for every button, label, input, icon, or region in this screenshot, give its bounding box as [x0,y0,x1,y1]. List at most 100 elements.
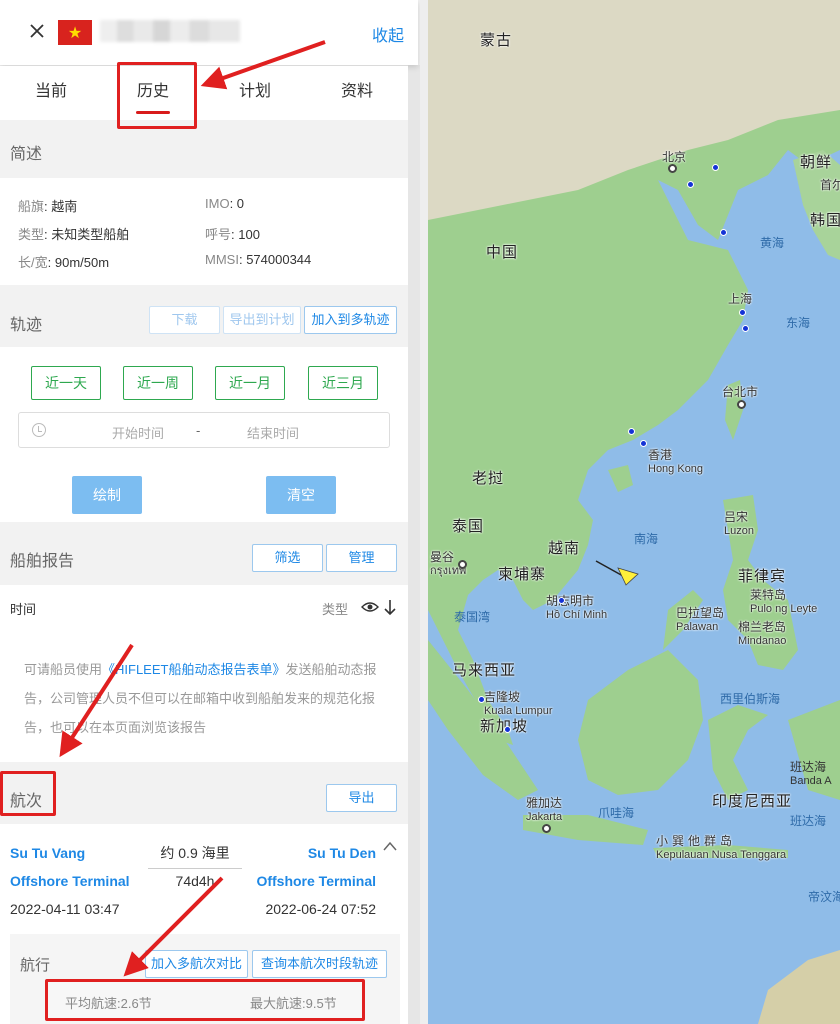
manage-button[interactable]: 管理 [326,544,397,572]
map-label-lesser-sunda: 小巽他群岛 Kepulauan Nusa Tenggara [656,834,787,861]
range-3month-button[interactable]: 近三月 [308,366,378,400]
port-marker[interactable] [478,696,485,703]
map-label-beijing: 北京 [662,150,687,164]
range-1day-button[interactable]: 近一天 [31,366,101,400]
range-separator: - [196,423,201,438]
info-mmsi: MMSI: 574000344 [205,252,312,267]
filter-button[interactable]: 筛选 [252,544,323,572]
map-label-pulong: 莱特岛 Pulo ng Leyte [750,588,818,615]
download-button[interactable]: 下载 [149,306,220,334]
info-type: 类型: 未知类型船舶 [18,227,130,242]
col-header-time: 时间 [10,602,37,617]
map-label-east-sea: 东海 [786,316,811,330]
port-marker[interactable] [712,164,719,171]
draw-button[interactable]: 绘制 [72,476,142,514]
map-label-philippines: 菲律宾 [738,568,787,585]
annotation-box-voyage-title [0,771,56,816]
close-icon[interactable] [28,22,46,40]
time-range-picker[interactable]: 开始时间 - 结束时间 [18,412,390,448]
range-1week-button[interactable]: 近一周 [123,366,193,400]
col-header-type: 类型 [322,602,349,617]
sailing-label: 航行 [20,957,51,974]
map-label-taipei: 台北市 [722,385,759,399]
clock-icon [32,423,46,437]
port-marker[interactable] [687,181,694,188]
map-label-shanghai: 上海 [728,292,753,306]
voyage-export-button[interactable]: 导出 [326,784,397,812]
map-label-mindanao: 棉兰老岛 Mindanao [738,620,787,647]
info-imo: IMO: 0 [205,196,245,211]
capital-marker [458,560,467,569]
port-marker[interactable] [739,309,746,316]
to-port-name[interactable]: Su Tu Den [308,845,376,861]
map-label-hcmc: 胡志明市 Hồ Chí Minh [546,594,608,621]
capital-marker [737,400,746,409]
section-title-report: 船舶报告 [10,553,75,570]
vietnam-flag-icon: ★ [58,20,92,45]
map-label-java-sea: 爪哇海 [598,806,635,820]
map-label-china: 中国 [486,244,519,261]
info-size: 长/宽: 90m/50m [18,255,110,270]
port-marker[interactable] [558,597,565,604]
section-title-summary: 简述 [10,146,43,163]
voyage-distance: 约 0.9 海里 [148,843,242,869]
clear-button[interactable]: 清空 [266,476,336,514]
add-to-multi-track-button[interactable]: 加入到多轨迹 [304,306,397,334]
map-label-north-korea: 朝鲜 [800,154,833,171]
eye-icon[interactable] [361,598,399,616]
tab-info[interactable]: 资料 [306,66,408,120]
port-marker[interactable] [742,325,749,332]
start-time-input[interactable]: 开始时间 [112,423,164,442]
map-label-malaysia: 马来西亚 [452,662,517,679]
tab-current[interactable]: 当前 [0,66,102,120]
from-port-name-2[interactable]: Offshore Terminal [10,873,130,889]
map-label-thailand: 泰国 [452,518,485,535]
summary-card: 船旗: 越南 IMO: 0 类型: 未知类型船舶 呼号: 100 长/宽: 90… [0,178,408,285]
map-label-luzon: 吕宋 Luzon [724,510,754,537]
panel-header: ★ 收起 [0,0,418,65]
map-label-celebes-sea: 西里伯斯海 [720,692,781,706]
chevron-up-icon[interactable] [382,840,398,852]
add-voyage-compare-button[interactable]: 加入多航次对比 [145,950,248,978]
map-label-banda: 班达海 Banda A [790,760,832,787]
map-label-cambodia: 柬埔寨 [498,566,547,583]
capital-marker [542,824,551,833]
port-marker[interactable] [640,440,647,447]
map-label-gulf-thailand: 泰国湾 [454,610,491,624]
query-voyage-track-button[interactable]: 查询本航次时段轨迹 [252,950,387,978]
to-port-name-2[interactable]: Offshore Terminal [256,873,376,889]
annotation-box-speed-stats [45,979,365,1021]
collapse-button[interactable]: 收起 [372,22,404,46]
info-flag: 船旗: 越南 [18,199,78,214]
port-marker[interactable] [628,428,635,435]
map-label-laos: 老挝 [472,470,505,487]
export-to-plan-button[interactable]: 导出到计划 [223,306,301,334]
depart-time: 2022-04-11 03:47 [10,901,120,917]
from-port-name[interactable]: Su Tu Vang [10,845,85,861]
port-marker[interactable] [720,229,727,236]
end-time-input[interactable]: 结束时间 [247,423,299,442]
map-label-seoul: 首尔 [820,178,840,192]
map-label-south-korea: 韩国 [810,212,840,229]
map-label-south-china-sea: 南海 [634,532,659,546]
ship-name-redacted [100,20,240,42]
voyage-duration: 74d4h [175,873,215,889]
arrive-time: 2022-06-24 07:52 [265,901,376,917]
map-label-mongolia: 蒙古 [480,32,513,49]
tab-plan[interactable]: 计划 [204,66,306,120]
map-label-timor: 帝汶海 [808,890,840,904]
report-form-link[interactable]: 《HIFLEET船舶动态报告表单》 [102,662,285,677]
map-label-palawan: 巴拉望岛 Palawan [676,606,725,633]
tab-bar: 当前 历史 计划 资料 [0,66,408,120]
scrollbar[interactable] [408,65,420,1024]
map-view[interactable]: 蒙古 北京 朝鲜 首尔 韩国 黄海 中国 上海 东海 台北市 香港 Hong Ko… [428,0,840,1024]
capital-marker [668,164,677,173]
ship-detail-panel: ★ 收起 当前 历史 计划 资料 简述 船旗: 越南 IMO: 0 类型: 未知… [0,0,420,1024]
map-label-hongkong: 香港 Hong Kong [648,448,704,475]
map-label-indonesia: 印度尼西亚 [712,793,793,810]
report-hint-text: 可请船员使用《HIFLEET船舶动态报告表单》发送船舶动态报告，公司管理人员不但… [24,662,377,735]
port-marker[interactable] [504,726,511,733]
map-basemap [428,0,840,1024]
range-1month-button[interactable]: 近一月 [215,366,285,400]
map-label-yellow-sea: 黄海 [760,236,785,250]
